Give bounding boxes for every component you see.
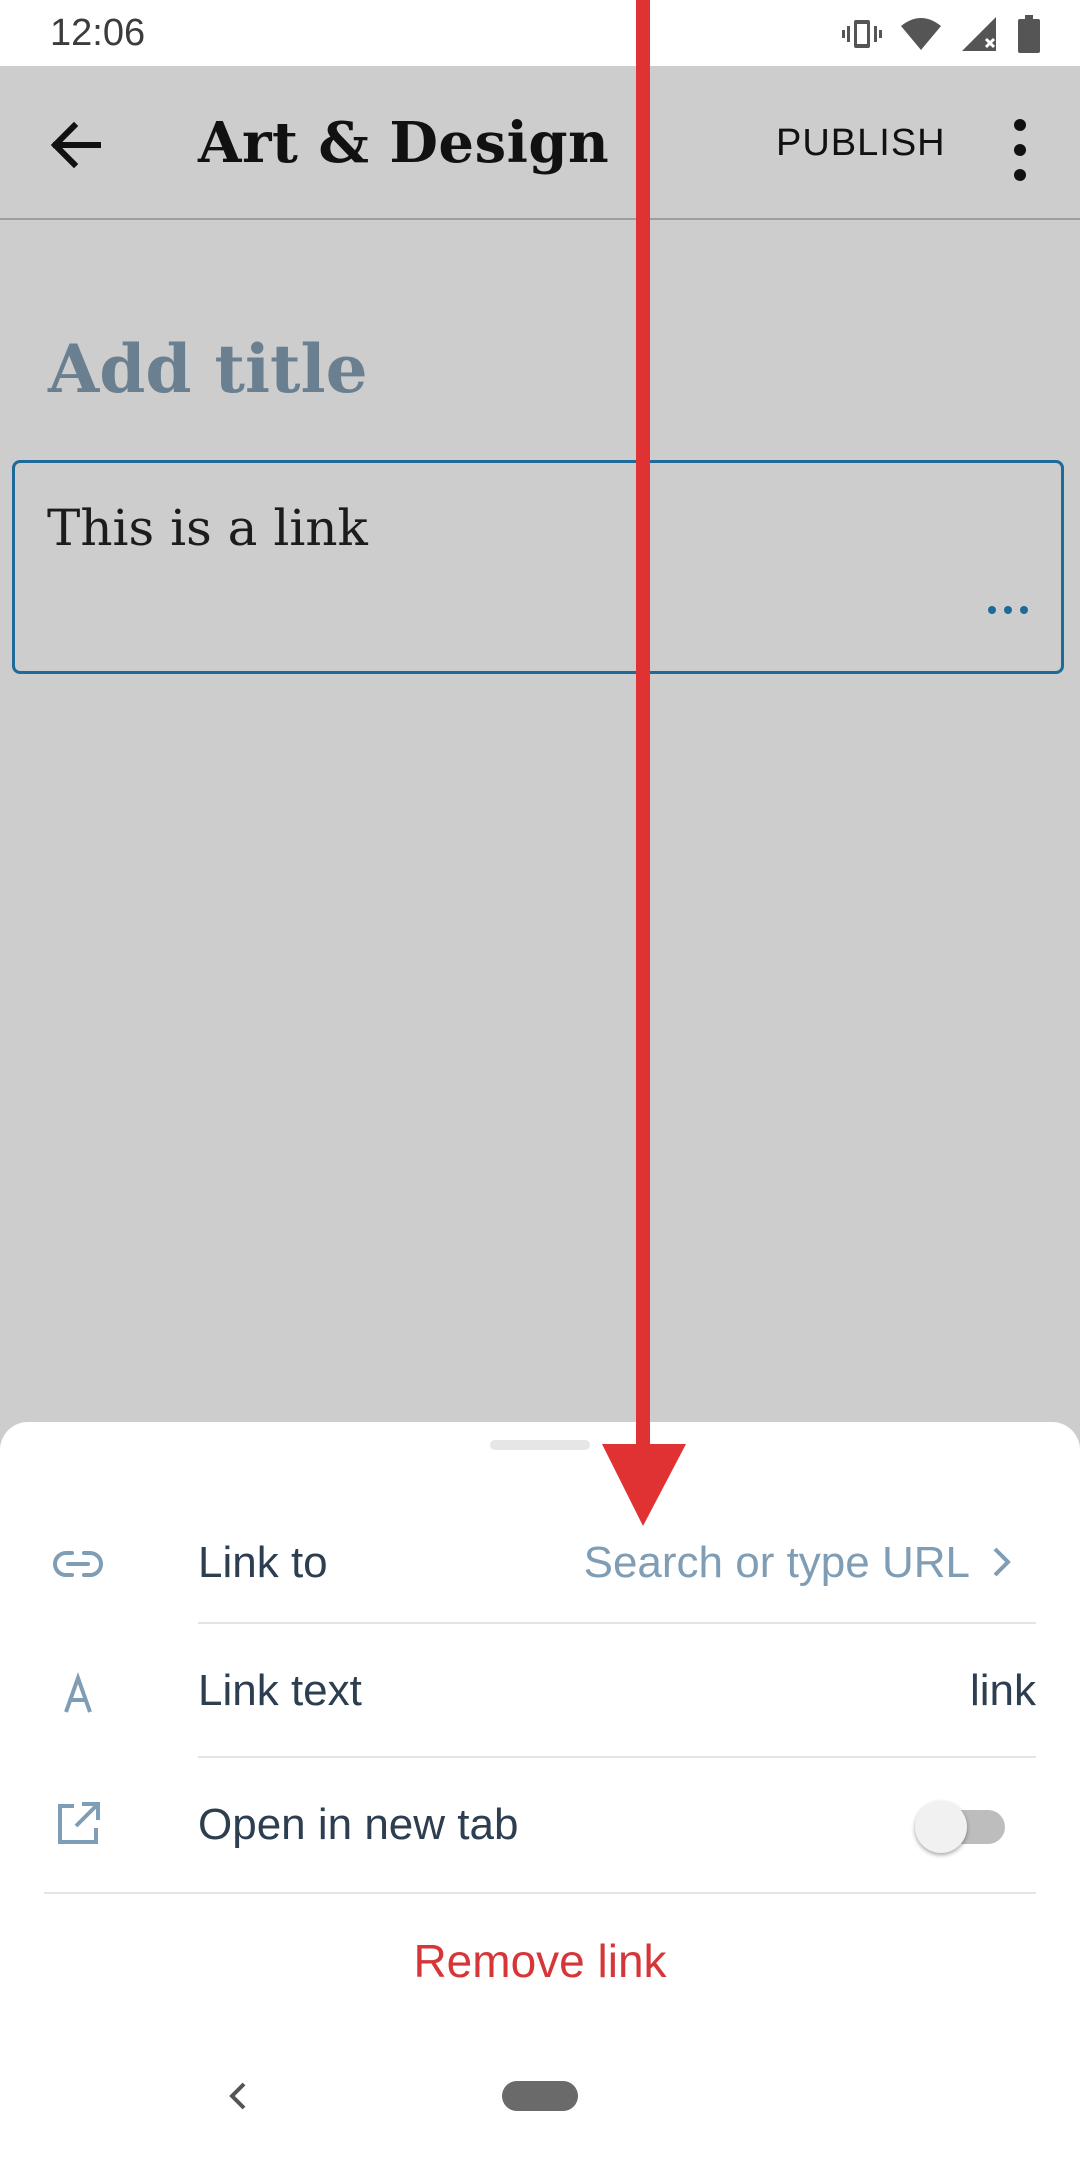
- link-settings-sheet: Link to Search or type URL Link text lin…: [0, 1422, 1080, 2160]
- signal-icon: [962, 17, 996, 51]
- external-link-icon: [58, 1802, 100, 1844]
- vibrate-icon: [842, 20, 882, 48]
- new-tab-row[interactable]: Open in new tab: [0, 1758, 1080, 1892]
- link-to-label: Link to: [198, 1538, 328, 1587]
- divider: [44, 1892, 1036, 1894]
- site-title: Art & Design: [198, 110, 610, 176]
- chevron-right-icon: [993, 1547, 1011, 1577]
- url-input[interactable]: Search or type URL: [584, 1538, 970, 1588]
- more-vert-icon[interactable]: [1000, 110, 1040, 190]
- nav-home-pill[interactable]: [502, 2081, 578, 2111]
- battery-icon: [1018, 15, 1040, 53]
- link-text-value[interactable]: link: [970, 1666, 1036, 1716]
- post-title-input[interactable]: Add title: [48, 330, 368, 408]
- status-time: 12:06: [50, 12, 146, 54]
- drag-handle[interactable]: [490, 1440, 590, 1450]
- arrow-left-icon[interactable]: [40, 110, 110, 180]
- app-bar: Art & Design PUBLISH: [0, 66, 1080, 220]
- nav-back-icon[interactable]: [224, 2076, 254, 2116]
- status-icons: [842, 14, 1040, 54]
- new-tab-label: Open in new tab: [198, 1800, 519, 1849]
- link-to-row[interactable]: Link to Search or type URL: [0, 1498, 1080, 1632]
- link-icon: [53, 1551, 103, 1577]
- status-bar: 12:06: [0, 0, 1080, 66]
- text-a-icon: [64, 1671, 92, 1713]
- publish-button[interactable]: PUBLISH: [776, 122, 946, 165]
- new-tab-toggle[interactable]: [915, 1801, 1005, 1853]
- paragraph-text[interactable]: This is a link: [47, 499, 368, 557]
- link-text-label: Link text: [198, 1666, 362, 1715]
- toggle-thumb: [915, 1801, 967, 1853]
- ellipsis-icon[interactable]: [985, 603, 1031, 617]
- remove-link-button[interactable]: Remove link: [0, 1934, 1080, 1988]
- link-text-row[interactable]: Link text link: [0, 1624, 1080, 1758]
- paragraph-block[interactable]: This is a link: [12, 460, 1064, 674]
- wifi-icon: [901, 18, 941, 50]
